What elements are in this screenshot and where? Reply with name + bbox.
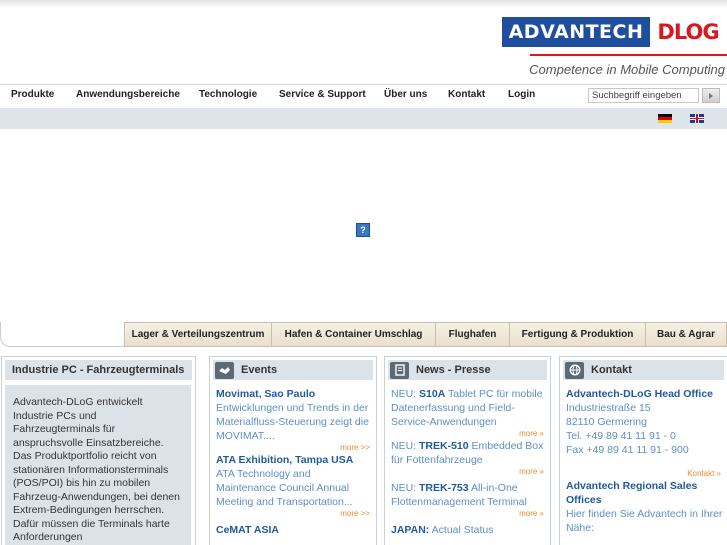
news-item[interactable]: NEU: TREK-753 All-in-One Flottenmanageme… <box>391 481 546 509</box>
news-box: News - Presse NEU: S10A Tablet PC für mo… <box>384 356 551 545</box>
event-title[interactable]: ATA Exhibition, Tampa USA <box>216 453 372 467</box>
nav-login[interactable]: Login <box>508 89 535 100</box>
contact-more-link[interactable]: Kontakt » <box>566 469 723 479</box>
event-text[interactable]: ATA Technology and Maintenance Council A… <box>216 467 372 509</box>
event-more-link[interactable]: more >> <box>216 443 372 453</box>
arrow-right-icon <box>709 92 713 99</box>
tab-fertigung-produktion[interactable]: Fertigung & Produktion <box>510 322 646 347</box>
news-text: Actual Status <box>429 524 494 536</box>
head-office-street: Industriestraße 15 <box>566 402 651 414</box>
head-office-title[interactable]: Advantech-DLoG Head Office <box>566 387 723 401</box>
contact-header: Kontakt <box>563 360 724 380</box>
dlog-logo-text: DLOG <box>657 20 719 44</box>
category-tabs: Lager & Verteilungszentrum Hafen & Conta… <box>0 322 727 347</box>
news-more-link[interactable]: more » <box>391 509 546 519</box>
news-item[interactable]: JAPAN: Actual Status <box>391 523 546 537</box>
news-prefix: NEU: <box>391 388 420 400</box>
english-flag-icon[interactable] <box>690 114 704 123</box>
news-prefix: NEU: <box>391 482 420 494</box>
german-flag-icon[interactable] <box>658 114 672 123</box>
nav-service-support[interactable]: Service & Support <box>279 89 366 100</box>
tab-hafen-container-umschlag[interactable]: Hafen & Container Umschlag <box>272 322 436 347</box>
language-bar <box>0 108 727 129</box>
intro-text: Advantech-DLoG entwickelt Industrie PCs … <box>5 385 191 545</box>
news-prefix: NEU: <box>391 440 420 452</box>
main-navigation: Produkte Anwendungsbereiche Technologie … <box>0 84 727 106</box>
nav-technologie[interactable]: Technologie <box>199 89 257 100</box>
intro-title: Industrie PC - Fahrzeugterminals <box>5 360 192 380</box>
nav-kontakt[interactable]: Kontakt <box>448 89 485 100</box>
event-text[interactable]: Entwicklungen und Trends in der Material… <box>216 401 372 443</box>
nav-produkte[interactable]: Produkte <box>11 89 54 100</box>
news-product: TREK-753 <box>419 482 469 494</box>
events-list: Movimat, Sao Paulo Entwicklungen und Tre… <box>216 387 372 537</box>
advantech-logo-text: ADVANTECH <box>502 17 650 47</box>
search-button[interactable] <box>702 88 720 103</box>
handshake-icon <box>215 361 234 379</box>
events-box: Events Movimat, Sao Paulo Entwicklungen … <box>209 356 377 545</box>
regional-offices-text: Hier finden Sie Advantech in Ihrer Nähe: <box>566 508 723 534</box>
tagline: Competence in Mobile Computing <box>529 62 725 77</box>
advantech-dlog-logo[interactable]: ADVANTECH DLOG <box>502 17 726 47</box>
top-strip <box>0 0 727 8</box>
head-office-city: 82110 Germering <box>566 416 647 428</box>
head-office-fax: Fax +49 89 41 11 91 - 900 <box>566 444 689 456</box>
tabs-corner-line <box>0 322 124 347</box>
event-title[interactable]: Movimat, Sao Paulo <box>216 387 372 401</box>
missing-plugin-icon[interactable]: ? <box>356 223 370 237</box>
globe-icon <box>565 361 584 379</box>
intro-box: Industrie PC - Fahrzeugterminals Advante… <box>1 356 196 545</box>
news-product: JAPAN: <box>391 524 430 536</box>
news-item[interactable]: NEU: TREK-510 Embedded Box für Fottenfah… <box>391 439 546 467</box>
event-more-link[interactable]: more >> <box>216 509 372 519</box>
news-list: NEU: S10A Tablet PC für mobile Datenerfa… <box>391 387 546 537</box>
news-more-link[interactable]: more » <box>391 429 546 439</box>
nav-ueber-uns[interactable]: Über uns <box>384 89 427 100</box>
contact-title: Kontakt <box>591 364 632 376</box>
events-title: Events <box>241 364 278 376</box>
news-title: News - Presse <box>416 364 491 376</box>
news-product: S10A <box>419 388 446 400</box>
regional-offices-title[interactable]: Advantech Regional Sales Offices <box>566 479 723 507</box>
newspaper-icon <box>390 361 409 379</box>
event-title[interactable]: CeMAT ASIA <box>216 523 372 537</box>
tab-lager-verteilungszentrum[interactable]: Lager & Verteilungszentrum <box>124 322 272 347</box>
logo-underline <box>530 54 727 56</box>
news-more-link[interactable]: more » <box>391 467 546 477</box>
search-input[interactable] <box>588 88 699 103</box>
news-product: TREK-510 <box>419 440 469 452</box>
contact-details: Advantech-DLoG Head Office Industriestra… <box>566 387 723 535</box>
head-office-tel: Tel. +49 89 41 11 91 - 0 <box>566 430 676 442</box>
news-header: News - Presse <box>388 360 547 380</box>
contact-box: Kontakt Advantech-DLoG Head Office Indus… <box>559 356 727 545</box>
tab-flughafen[interactable]: Flughafen <box>436 322 510 347</box>
news-item[interactable]: NEU: S10A Tablet PC für mobile Datenerfa… <box>391 387 546 429</box>
events-header: Events <box>213 360 373 380</box>
tab-bau-agrar[interactable]: Bau & Agrar <box>646 322 727 347</box>
nav-anwendungsbereiche[interactable]: Anwendungsbereiche <box>76 89 180 100</box>
